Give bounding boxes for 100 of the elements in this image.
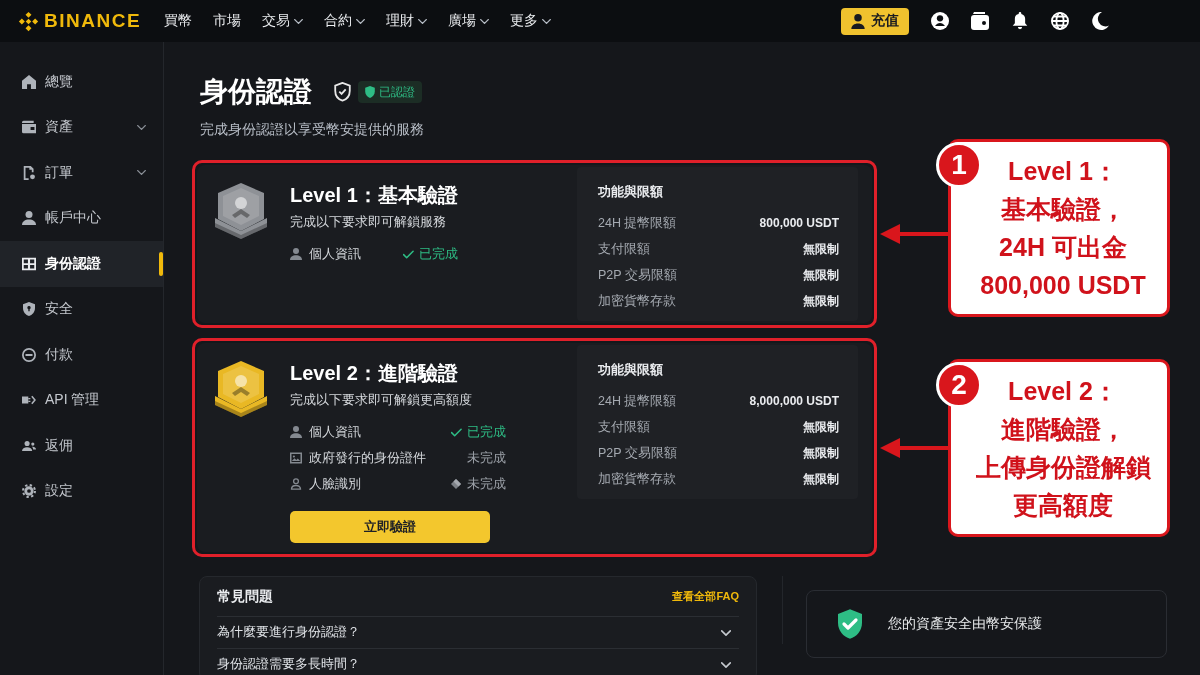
nav-item[interactable]: 交易 (262, 12, 304, 30)
verified-label: 已認證 (379, 83, 415, 101)
nav-item[interactable]: 合約 (324, 12, 366, 30)
limit-label: 加密貨幣存款 (598, 292, 676, 310)
chevron-down-icon (356, 18, 366, 24)
person-icon (22, 211, 36, 226)
selected-indicator (159, 251, 163, 276)
level-description: 完成以下要求即可解鎖更高額度 (290, 392, 472, 409)
step-number: 2 (936, 361, 982, 408)
limit-value: 無限制 (803, 444, 839, 462)
limit-value: 無限制 (803, 292, 839, 310)
limit-label: 支付限額 (598, 418, 650, 436)
sidebar-item[interactable]: 返佣 (0, 423, 163, 469)
requirement-label: 人臉識別 (309, 475, 361, 493)
page-title: 身份認證 (200, 75, 312, 109)
sidebar-item[interactable]: 帳戶中心 (0, 195, 163, 241)
users-icon (22, 438, 36, 453)
wallet-icon (22, 120, 36, 135)
level-title: Level 2：進階驗證 (290, 361, 458, 386)
requirement-status: 未完成 (467, 475, 506, 493)
limit-label: 24H 提幣限額 (598, 214, 677, 232)
sidebar-item[interactable]: 身份認證 (0, 241, 163, 287)
sidebar-item[interactable]: 付款 (0, 332, 163, 378)
limit-label: 支付限額 (598, 240, 650, 258)
faq-item[interactable]: 為什麼要進行身份認證？ (217, 616, 739, 648)
logo-text: BINANCE (44, 10, 142, 32)
page-subtitle: 完成身份認證以享受幣安提供的服務 (200, 120, 424, 139)
person-icon (290, 248, 302, 260)
sidebar-item[interactable]: 設定 (0, 468, 163, 514)
person-outline-icon (290, 478, 302, 490)
chevron-down-icon (418, 18, 428, 24)
level-title: Level 1：基本驗證 (290, 183, 458, 208)
limit-label: 加密貨幣存款 (598, 470, 676, 488)
globe-icon[interactable] (1051, 12, 1069, 30)
security-notice-text: 您的資產安全由幣安保護 (888, 615, 1042, 633)
moon-icon[interactable] (1091, 12, 1109, 30)
limit-value: 8,000,000 USDT (749, 394, 839, 408)
sidebar-item[interactable]: 資產 (0, 104, 163, 150)
settings-icon (22, 484, 36, 499)
wallet-icon[interactable] (971, 12, 989, 30)
limit-label: P2P 交易限額 (598, 444, 677, 462)
step-number: 1 (936, 142, 982, 188)
chevron-down-icon (480, 18, 490, 24)
requirement-status: 已完成 (419, 245, 458, 263)
nav-item[interactable]: 廣場 (448, 12, 490, 30)
sidebar-item[interactable]: 總覽 (0, 59, 163, 105)
callout-text: Level 1： (1008, 156, 1118, 187)
limit-value: 800,000 USDT (759, 216, 839, 230)
limits-title: 功能與限額 (598, 361, 663, 379)
chevron-down-icon (721, 661, 731, 668)
chevron-down-icon (542, 18, 552, 24)
shield-check-icon (838, 609, 862, 639)
requirement-status: 未完成 (467, 449, 506, 467)
document-icon (22, 165, 36, 180)
limit-value: 無限制 (803, 470, 839, 488)
nav-item[interactable]: 買幣 (164, 12, 193, 30)
limit-label: 24H 提幣限額 (598, 392, 677, 410)
callout-text: 進階驗證， (1000, 413, 1126, 445)
home-icon (22, 74, 36, 89)
requirement-label: 政府發行的身份證件 (309, 449, 426, 467)
profile-icon[interactable] (931, 12, 949, 30)
requirement-status: 已完成 (467, 423, 506, 441)
callout-text: 基本驗證， (1000, 194, 1126, 225)
callout-text: 更高額度 (1013, 489, 1113, 521)
sidebar-item[interactable]: 安全 (0, 286, 163, 332)
limit-value: 無限制 (803, 240, 839, 258)
chevron-down-icon (294, 18, 304, 24)
verify-button[interactable]: 立即驗證 (290, 511, 490, 543)
shield-icon (365, 86, 375, 98)
nav-item[interactable]: 更多 (510, 12, 552, 30)
image-icon (290, 452, 302, 464)
nav-item[interactable]: 理財 (386, 12, 428, 30)
requirement-label: 個人資訊 (309, 245, 361, 263)
limit-label: P2P 交易限額 (598, 266, 677, 284)
deposit-button[interactable]: 充值 (841, 7, 909, 35)
limit-value: 無限制 (803, 418, 839, 436)
shield-icon (22, 302, 36, 317)
check-icon (402, 249, 414, 259)
person-icon (290, 426, 302, 438)
callout-text: 800,000 USDT (980, 270, 1146, 301)
callout-text: 24H 可出金 (999, 232, 1127, 263)
chevron-down-icon (721, 629, 731, 636)
grid-icon (22, 256, 36, 271)
sidebar-item[interactable]: 訂單 (0, 150, 163, 196)
callout-text: Level 2： (1008, 375, 1118, 407)
notification-icon[interactable] (1011, 12, 1029, 30)
person-icon (851, 13, 865, 29)
shield-check-icon (334, 82, 351, 102)
limits-title: 功能與限額 (598, 183, 663, 201)
chevron-down-icon (137, 124, 146, 130)
logo-icon[interactable] (18, 10, 39, 32)
sidebar-item[interactable]: API 管理 (0, 377, 163, 423)
callout-text: 上傳身份證解鎖 (975, 451, 1151, 483)
faq-title: 常見問題 (217, 587, 273, 606)
requirement-label: 個人資訊 (309, 423, 361, 441)
nav-item[interactable]: 市場 (213, 12, 242, 30)
faq-item[interactable]: 身份認證需要多長時間？ (217, 648, 739, 675)
view-all-link[interactable]: 查看全部FAQ (672, 589, 739, 604)
check-icon (450, 427, 462, 437)
limit-value: 無限制 (803, 266, 839, 284)
